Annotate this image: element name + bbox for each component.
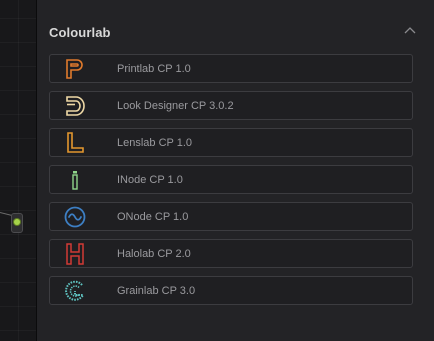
plugin-label: Lenslab CP 1.0 <box>117 137 193 149</box>
plugin-label: Halolab CP 2.0 <box>117 248 191 260</box>
node-output-connector[interactable] <box>11 213 23 233</box>
plugin-item-inode[interactable]: INode CP 1.0 <box>49 165 413 194</box>
chevron-up-icon[interactable] <box>403 24 417 38</box>
printlab-logo-icon <box>66 59 83 79</box>
plugin-label: Printlab CP 1.0 <box>117 63 191 75</box>
plugin-label: INode CP 1.0 <box>117 174 183 186</box>
plugin-list: Printlab CP 1.0 Look Designer CP 3.0.2 L… <box>49 54 413 313</box>
plugin-item-onode[interactable]: ONode CP 1.0 <box>49 202 413 231</box>
plugin-item-look-designer[interactable]: Look Designer CP 3.0.2 <box>49 91 413 120</box>
lenslab-logo-icon <box>67 132 84 153</box>
plugin-item-printlab[interactable]: Printlab CP 1.0 <box>49 54 413 83</box>
plugin-label: Look Designer CP 3.0.2 <box>117 100 234 112</box>
plugin-item-grainlab[interactable]: Grainlab CP 3.0 <box>49 276 413 305</box>
section-title: Colourlab <box>49 25 111 40</box>
halolab-logo-icon <box>66 243 84 265</box>
plugin-item-halolab[interactable]: Halolab CP 2.0 <box>49 239 413 268</box>
plugin-label: ONode CP 1.0 <box>117 211 189 223</box>
plugin-item-lenslab[interactable]: Lenslab CP 1.0 <box>49 128 413 157</box>
inode-logo-icon <box>72 171 78 190</box>
node-graph-canvas[interactable] <box>0 0 36 341</box>
node-output-dot <box>14 219 20 225</box>
plugin-label: Grainlab CP 3.0 <box>117 285 196 297</box>
grainlab-logo-icon <box>65 280 85 301</box>
look-designer-logo-icon <box>66 96 85 116</box>
onode-logo-icon <box>64 206 86 228</box>
